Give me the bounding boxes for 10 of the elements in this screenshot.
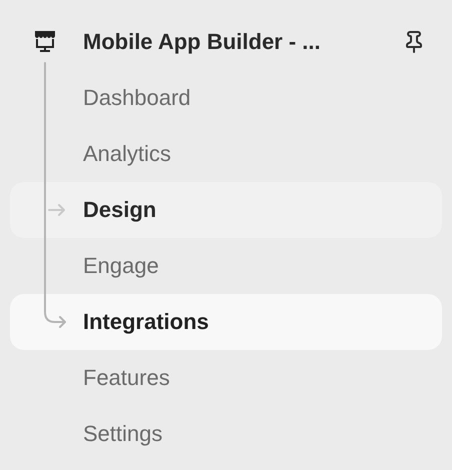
storefront-icon [33,30,57,54]
nav-item[interactable]: Dashboard [10,70,442,126]
nav-item[interactable]: Settings [10,406,442,462]
project-title[interactable]: Mobile App Builder - ... [83,29,402,55]
nav-item[interactable]: Design [10,182,442,238]
nav-item[interactable]: Analytics [10,126,442,182]
arrow-icon [48,203,66,217]
nav-item[interactable]: Features [10,350,442,406]
nav-item[interactable]: Engage [10,238,442,294]
nav-item[interactable]: Integrations [10,294,442,350]
